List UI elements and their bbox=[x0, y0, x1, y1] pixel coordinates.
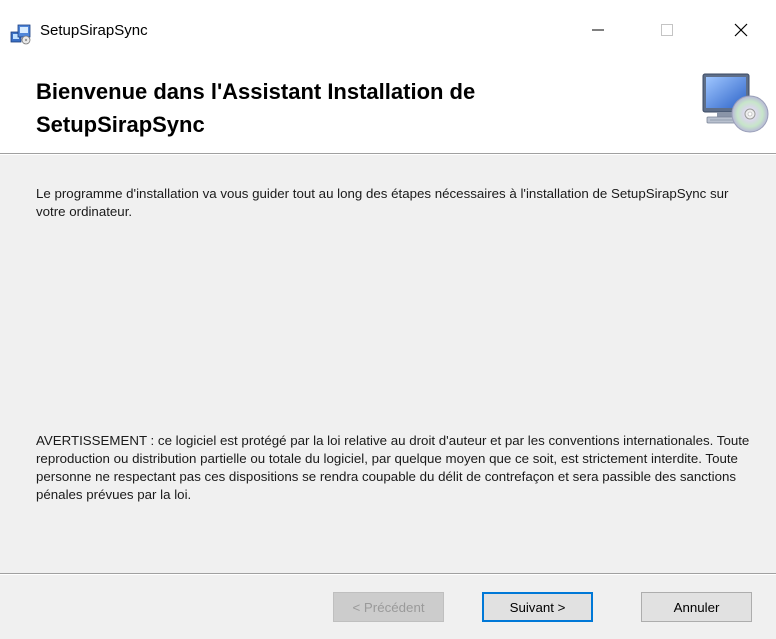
title-bar: SetupSirapSync bbox=[0, 0, 776, 62]
maximize-icon bbox=[660, 23, 674, 42]
intro-text: Le programme d'installation va vous guid… bbox=[36, 186, 729, 219]
maximize-button[interactable] bbox=[644, 14, 690, 50]
close-button[interactable] bbox=[718, 14, 764, 50]
copyright-warning-text: AVERTISSEMENT : ce logiciel est protégé … bbox=[36, 433, 750, 502]
window-title: SetupSirapSync bbox=[40, 22, 148, 39]
minimize-button[interactable] bbox=[575, 14, 621, 50]
minimize-icon bbox=[591, 23, 605, 42]
computer-cd-icon bbox=[695, 70, 771, 140]
wizard-content-panel: Le programme d'installation va vous guid… bbox=[0, 155, 776, 573]
previous-button[interactable]: < Précédent bbox=[333, 592, 444, 622]
close-icon bbox=[733, 22, 749, 43]
installer-app-icon bbox=[10, 23, 32, 45]
next-button[interactable]: Suivant > bbox=[482, 592, 593, 622]
wizard-heading: Bienvenue dans l'Assistant Installation … bbox=[36, 79, 476, 137]
cancel-button[interactable]: Annuler bbox=[641, 592, 752, 622]
wizard-footer: < Précédent Suivant > Annuler bbox=[0, 575, 776, 639]
